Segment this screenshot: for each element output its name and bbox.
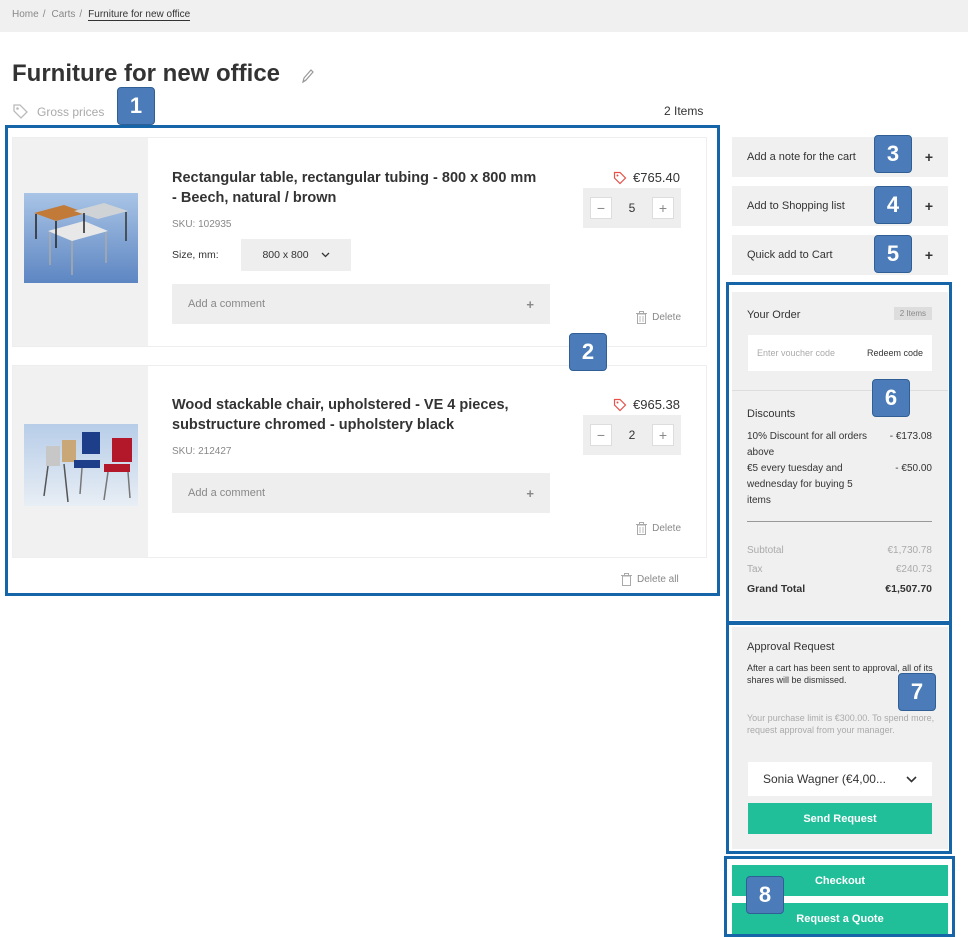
plus-icon: + [924, 247, 933, 263]
highlight-cart-items [5, 125, 720, 596]
page-title: Furniture for new office [12, 60, 281, 87]
pencil-icon[interactable] [300, 67, 316, 85]
badge-1: 1 [117, 87, 155, 125]
highlight-order-summary [726, 282, 952, 625]
highlight-approval [726, 621, 952, 854]
add-note-label: Add a note for the cart [747, 151, 856, 163]
badge-6: 6 [872, 379, 910, 417]
badge-2: 2 [569, 333, 607, 371]
add-note-button[interactable]: Add a note for the cart + [732, 137, 948, 177]
badge-5: 5 [874, 235, 912, 273]
gross-prices-label: Gross prices [37, 104, 105, 119]
badge-3: 3 [874, 135, 912, 173]
shopping-list-label: Add to Shopping list [747, 200, 845, 212]
plus-icon: + [924, 149, 933, 165]
add-to-shopping-list-button[interactable]: Add to Shopping list + [732, 186, 948, 226]
badge-7: 7 [898, 673, 936, 711]
breadcrumb-carts[interactable]: Carts [51, 9, 75, 21]
quick-add-button[interactable]: Quick add to Cart + [732, 235, 948, 275]
breadcrumb-current[interactable]: Furniture for new office [88, 9, 191, 21]
quick-add-label: Quick add to Cart [747, 249, 833, 261]
breadcrumb-home[interactable]: Home [12, 9, 39, 21]
breadcrumb: Home / Carts / Furniture for new office [12, 9, 191, 21]
gross-prices-toggle[interactable]: Gross prices [12, 103, 104, 120]
badge-8: 8 [746, 876, 784, 914]
plus-icon: + [924, 198, 933, 214]
price-tag-icon [13, 104, 28, 119]
items-count: 2 Items [664, 104, 704, 118]
breadcrumb-bar: Home / Carts / Furniture for new office [0, 0, 968, 32]
badge-4: 4 [874, 186, 912, 224]
